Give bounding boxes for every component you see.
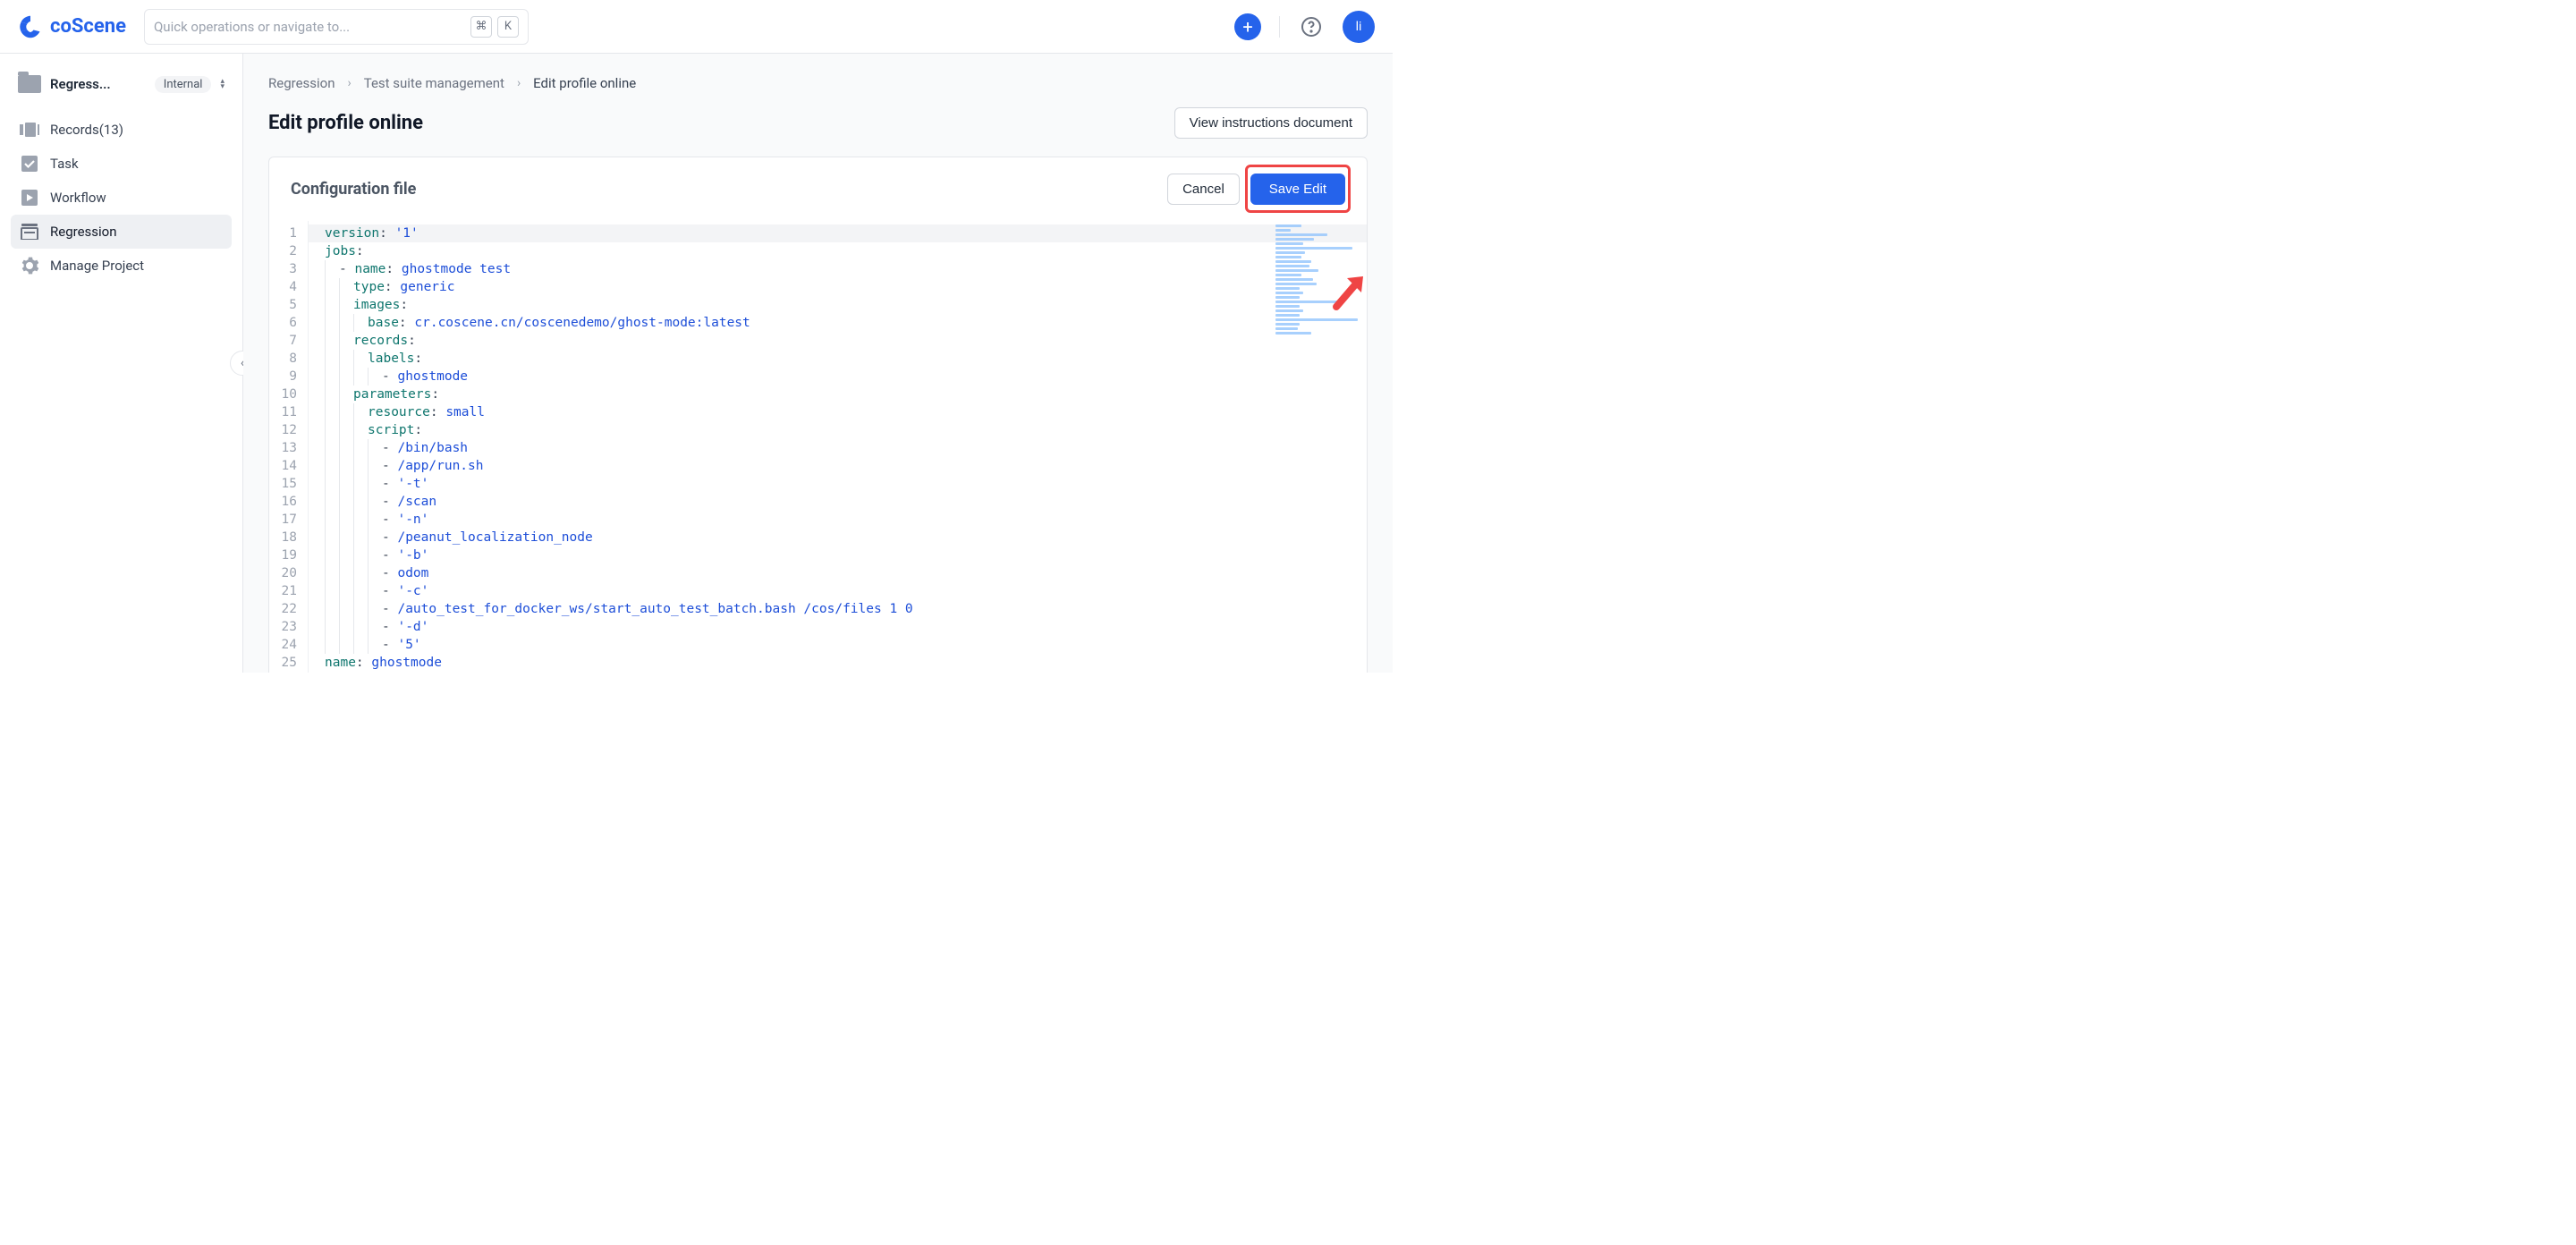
main-content: Regression › Test suite management › Edi…	[243, 54, 1393, 673]
code-line[interactable]: labels:	[325, 350, 1367, 368]
help-icon	[1301, 16, 1322, 38]
project-name: Regress...	[50, 76, 146, 92]
add-button[interactable]: +	[1234, 13, 1261, 40]
app-header: coScene Quick operations or navigate to.…	[0, 0, 1393, 54]
kbd-k: K	[497, 16, 519, 38]
divider	[1279, 16, 1280, 38]
breadcrumb-current: Edit profile online	[533, 75, 636, 91]
cancel-button[interactable]: Cancel	[1167, 174, 1240, 205]
project-badge: Internal	[155, 76, 212, 93]
code-line[interactable]: - '-t'	[325, 475, 1367, 493]
plus-icon: +	[1242, 18, 1252, 36]
sidebar-item-label: Records(13)	[50, 122, 123, 138]
code-line[interactable]: resource: small	[325, 403, 1367, 421]
code-line[interactable]: records:	[325, 332, 1367, 350]
sidebar-item-records[interactable]: Records(13)	[11, 113, 232, 147]
breadcrumb-item[interactable]: Regression	[268, 75, 335, 91]
project-selector[interactable]: Regress... Internal ▴▾	[11, 70, 232, 98]
code-line[interactable]: - /scan	[325, 493, 1367, 511]
code-editor[interactable]: 1234567891011121314151617181920212223242…	[269, 221, 1367, 673]
editor-code[interactable]: version: '1'jobs:- name: ghostmode testt…	[309, 221, 1367, 673]
avatar[interactable]: li	[1343, 11, 1375, 43]
code-line[interactable]: - /peanut_localization_node	[325, 529, 1367, 546]
editor-gutter: 1234567891011121314151617181920212223242…	[269, 221, 309, 673]
updown-icon: ▴▾	[220, 79, 225, 90]
save-edit-button[interactable]: Save Edit	[1250, 174, 1345, 205]
code-line[interactable]: - '-n'	[325, 511, 1367, 529]
sidebar-item-settings[interactable]: Manage Project	[11, 249, 232, 283]
regression-icon	[20, 224, 39, 240]
code-line[interactable]: - /auto_test_for_docker_ws/start_auto_te…	[325, 600, 1367, 618]
folder-icon	[18, 75, 41, 93]
sidebar-item-label: Workflow	[50, 190, 106, 206]
help-button[interactable]	[1298, 13, 1325, 40]
code-line[interactable]: name: ghostmode	[325, 654, 1367, 672]
sidebar-item-regression[interactable]: Regression	[11, 215, 232, 249]
chevron-right-icon: ›	[517, 76, 521, 90]
logo-mark-icon	[18, 14, 43, 39]
task-icon	[20, 156, 39, 172]
breadcrumb-item[interactable]: Test suite management	[364, 75, 504, 91]
breadcrumb: Regression › Test suite management › Edi…	[268, 75, 1368, 91]
search-placeholder: Quick operations or navigate to...	[154, 19, 465, 35]
sidebar-item-label: Regression	[50, 224, 117, 240]
code-line[interactable]: - '-c'	[325, 582, 1367, 600]
code-line[interactable]: images:	[325, 296, 1367, 314]
workflow-icon	[20, 190, 39, 206]
code-line[interactable]: jobs:	[325, 242, 1367, 260]
brand-text: coScene	[50, 15, 126, 38]
sidebar-item-task[interactable]: Task	[11, 147, 232, 181]
config-panel: Configuration file Cancel Save Edit 1234…	[268, 157, 1368, 673]
sidebar: Regress... Internal ▴▾ Records(13) Task Wo…	[0, 54, 243, 673]
code-line[interactable]: - name: ghostmode test	[325, 260, 1367, 278]
sidebar-item-label: Task	[50, 156, 79, 172]
code-line[interactable]: - '-d'	[325, 618, 1367, 636]
code-line[interactable]: - /app/run.sh	[325, 457, 1367, 475]
kbd-cmd: ⌘	[470, 16, 492, 38]
code-line[interactable]: - ghostmode	[325, 368, 1367, 385]
sidebar-item-workflow[interactable]: Workflow	[11, 181, 232, 215]
avatar-initial: li	[1356, 20, 1362, 34]
code-line[interactable]: - '5'	[325, 636, 1367, 654]
search-input[interactable]: Quick operations or navigate to... ⌘ K	[144, 9, 529, 45]
code-line[interactable]: parameters:	[325, 385, 1367, 403]
view-instructions-button[interactable]: View instructions document	[1174, 107, 1368, 139]
header-actions: + li	[1234, 11, 1375, 43]
code-line[interactable]: version: '1'	[309, 224, 1367, 242]
code-line[interactable]: - /bin/bash	[325, 439, 1367, 457]
settings-icon	[20, 258, 39, 274]
code-line[interactable]: script:	[325, 421, 1367, 439]
page-title: Edit profile online	[268, 112, 423, 134]
chevron-right-icon: ›	[348, 76, 352, 90]
code-line[interactable]: - '-b'	[325, 546, 1367, 564]
brand-logo[interactable]: coScene	[18, 14, 126, 39]
code-line[interactable]: type: generic	[325, 278, 1367, 296]
code-line[interactable]: base: cr.coscene.cn/coscenedemo/ghost-mo…	[325, 314, 1367, 332]
panel-title: Configuration file	[291, 180, 416, 199]
records-icon	[20, 122, 39, 138]
code-line[interactable]: - odom	[325, 564, 1367, 582]
sidebar-item-label: Manage Project	[50, 258, 144, 274]
